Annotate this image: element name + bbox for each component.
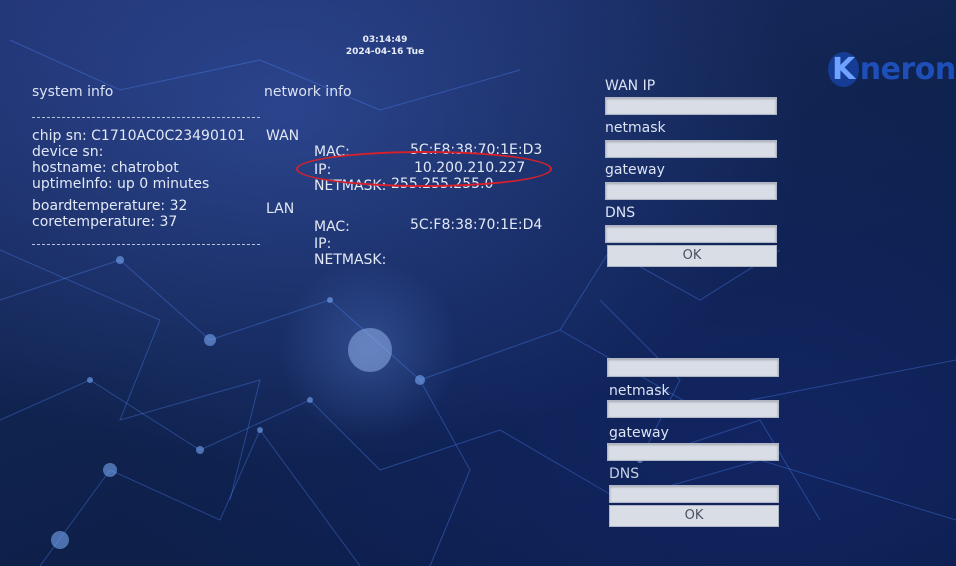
system-info-divider-top: [32, 117, 260, 118]
system-info-divider-bottom: [32, 244, 260, 245]
lan-ok-button[interactable]: OK: [609, 505, 779, 527]
lan-gateway-field-label: gateway: [609, 425, 669, 441]
wan-gateway-input[interactable]: [605, 182, 777, 200]
wan-label: WAN: [266, 128, 300, 144]
uptime-info: uptimeInfo: up 0 minutes: [32, 176, 210, 192]
system-info-heading: system info: [32, 84, 114, 100]
lan-label: LAN: [266, 201, 295, 217]
wan-ip-field-label: WAN IP: [605, 78, 656, 94]
network-info-heading: network info: [264, 84, 352, 100]
network-wallpaper: [0, 39, 956, 566]
wan-gateway-field-label: gateway: [605, 162, 665, 178]
wan-netmask-field-label: netmask: [605, 120, 666, 136]
wan-netmask-input[interactable]: [605, 140, 777, 158]
device-sn: device sn:: [32, 144, 104, 160]
wan-dns-input[interactable]: [605, 225, 777, 243]
logo-initial: K: [828, 52, 859, 87]
board-temperature: boardtemperature: 32: [32, 198, 188, 214]
lan-ip-input[interactable]: [607, 358, 779, 377]
clock-time: 03:14:49: [362, 35, 408, 45]
ip-highlight-ellipse: [296, 151, 552, 187]
logo-text: neron: [859, 52, 956, 87]
hostname: hostname: chatrobot: [32, 160, 179, 176]
screen-background: 03:14:49 2024-04-16 Tue Kneron system in…: [0, 0, 956, 566]
lan-mac-label: MAC:: [314, 219, 350, 235]
lan-mac-value: 5C:F8:38:70:1E:D4: [410, 217, 543, 233]
lan-dns-field-label: DNS: [609, 466, 640, 482]
lan-ip-label: IP:: [314, 236, 332, 252]
chip-sn: chip sn: C1710AC0C23490101: [32, 128, 246, 144]
wan-ok-button[interactable]: OK: [607, 245, 777, 267]
lan-netmask-input[interactable]: [607, 400, 779, 418]
wan-ip-input[interactable]: [605, 97, 777, 115]
clock: 03:14:49 2024-04-16 Tue: [315, 34, 455, 58]
kneron-logo: Kneron: [828, 52, 956, 87]
wan-dns-field-label: DNS: [605, 205, 636, 221]
core-temperature: coretemperature: 37: [32, 214, 178, 230]
lan-dns-input[interactable]: [609, 485, 779, 503]
lan-gateway-input[interactable]: [607, 443, 779, 461]
lan-netmask-label: NETMASK:: [314, 252, 387, 268]
clock-date: 2024-04-16 Tue: [345, 47, 425, 57]
lan-netmask-field-label: netmask: [609, 383, 670, 399]
